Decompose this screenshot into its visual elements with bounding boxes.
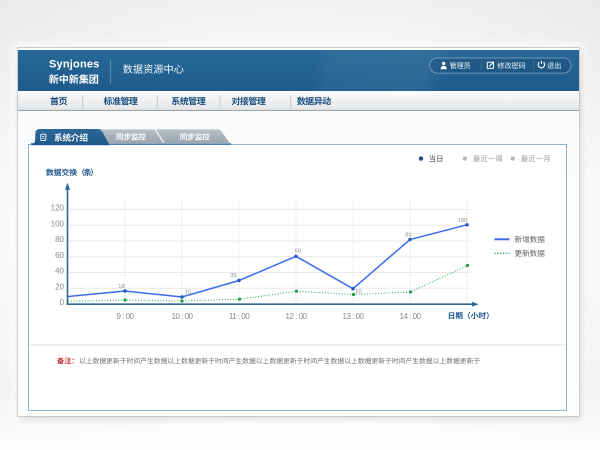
svg-text:40: 40 — [55, 267, 64, 276]
svg-text:120: 120 — [51, 204, 65, 213]
svg-text:13 : 00: 13 : 00 — [343, 312, 365, 321]
svg-text:60: 60 — [55, 251, 64, 260]
svg-text:0: 0 — [60, 298, 65, 307]
svg-text:11 : 00: 11 : 00 — [229, 312, 250, 321]
svg-text:Synjones: Synjones — [49, 58, 100, 70]
svg-text:20: 20 — [55, 282, 64, 291]
svg-text:35: 35 — [230, 273, 236, 279]
svg-text:14 : 00: 14 : 00 — [400, 312, 422, 321]
svg-text:12 : 00: 12 : 00 — [286, 312, 308, 321]
svg-text:80: 80 — [405, 233, 411, 239]
svg-text:100: 100 — [458, 218, 468, 224]
svg-text:10: 10 — [185, 289, 191, 295]
svg-text:80: 80 — [55, 235, 64, 244]
svg-text:9 : 00: 9 : 00 — [116, 312, 134, 321]
svg-text:18: 18 — [118, 284, 124, 290]
svg-text:60: 60 — [295, 249, 301, 255]
svg-text:10: 10 — [355, 289, 361, 295]
svg-text:10 : 00: 10 : 00 — [172, 312, 194, 321]
svg-text:100: 100 — [51, 219, 65, 228]
